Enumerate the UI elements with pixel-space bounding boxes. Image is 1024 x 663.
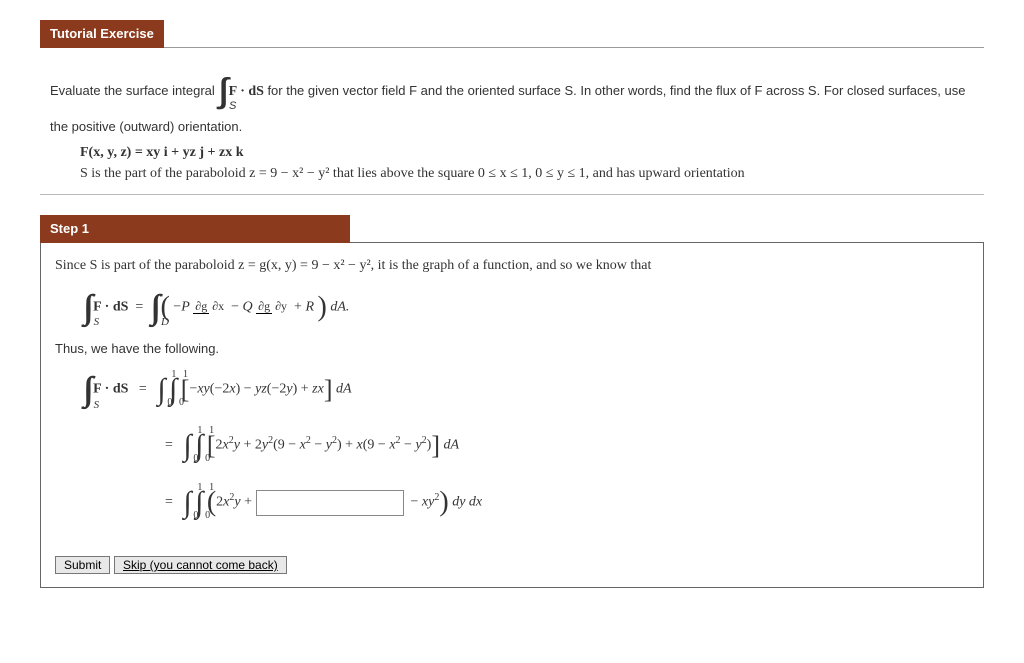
single-integral-outer-icon-2: ∫01	[183, 423, 191, 468]
Q-symbol: Q	[243, 299, 253, 314]
derivation-line-1: ∫∫S F · dS = ∫01 ∫01 [−xy(−2x) − yz(−2y)…	[83, 364, 969, 415]
intro-text-1: Evaluate the surface integral	[50, 82, 218, 97]
tutorial-banner: Tutorial Exercise	[40, 20, 164, 48]
button-row: Submit Skip (you cannot come back)	[55, 555, 969, 575]
single-integral-outer-icon: ∫01	[157, 367, 165, 412]
dg-dy-fraction: ∂g ∂y	[256, 300, 287, 313]
step-1-content: Since S is part of the paraboloid z = g(…	[40, 242, 984, 588]
double-integral-S-icon: ∫∫S	[83, 282, 90, 333]
integrand-fdS: F · dS	[229, 83, 268, 98]
derivation-line-2: = ∫01 ∫01 [2x2y + 2y2(9 − x2 − y2) + x(9…	[165, 423, 969, 468]
single-integral-outer-icon-3: ∫01	[183, 480, 191, 525]
R-symbol: R	[305, 299, 314, 314]
dg-dx-fraction: ∂g ∂x	[193, 300, 224, 313]
double-integral-D-icon: ∫∫D	[150, 282, 157, 333]
P-symbol: P	[181, 299, 190, 314]
divider	[40, 47, 984, 48]
answer-blank-input[interactable]	[256, 490, 404, 516]
flux-formula: ∫∫S F · dS = ∫∫D ( −P ∂g ∂x − Q ∂g ∂y + …	[83, 282, 969, 333]
single-integral-inner-icon-3: ∫01	[195, 480, 203, 525]
surface-description: S is the part of the paraboloid z = 9 − …	[80, 163, 974, 184]
double-integral-icon: ∫∫S	[218, 66, 225, 117]
single-integral-inner-icon: ∫01	[169, 367, 177, 412]
dA-text: dA.	[330, 299, 349, 314]
skip-button[interactable]: Skip (you cannot come back)	[114, 556, 287, 574]
double-integral-S-icon-2: ∫∫S	[83, 364, 90, 415]
tutorial-exercise-section: Tutorial Exercise Evaluate the surface i…	[40, 20, 984, 195]
thus-text: Thus, we have the following.	[55, 339, 969, 359]
equals-sign: =	[135, 299, 143, 314]
flux-lhs: F · dS	[93, 299, 128, 314]
step-banner: Step 1	[40, 215, 350, 243]
vector-field-definition: F(x, y, z) = xy i + yz j + zx k	[80, 142, 974, 163]
submit-button[interactable]: Submit	[55, 556, 110, 574]
single-integral-inner-icon-2: ∫01	[195, 423, 203, 468]
derivation-line-3: = ∫01 ∫01 (2x2y + − xy2) dy dx	[165, 480, 969, 525]
problem-statement: Evaluate the surface integral ∫∫S F · dS…	[40, 58, 984, 196]
flux-lhs-2: F · dS	[93, 382, 128, 397]
step-1-section: Step 1 Since S is part of the paraboloid…	[40, 215, 984, 588]
step-intro: Since S is part of the paraboloid z = g(…	[55, 255, 969, 276]
